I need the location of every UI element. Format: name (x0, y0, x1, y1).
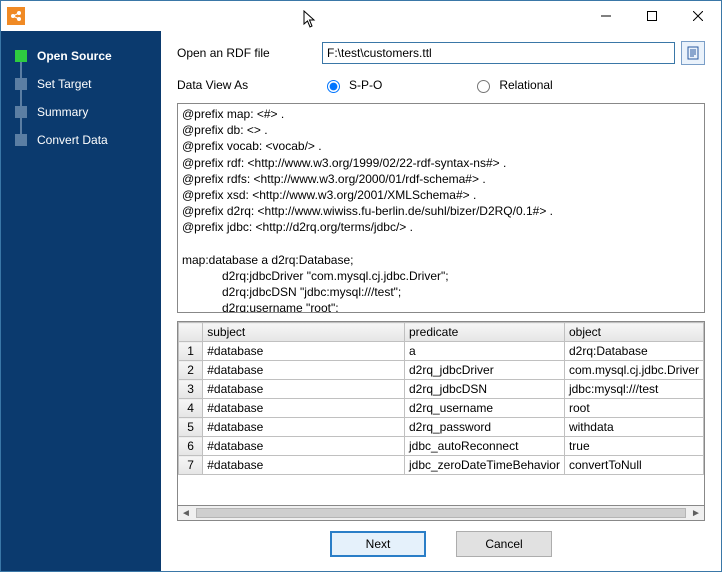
col-subject[interactable]: subject (203, 323, 405, 342)
table-row[interactable]: 4#databased2rq_usernameroot (179, 399, 704, 418)
step-summary[interactable]: Summary (7, 105, 153, 119)
object-cell: d2rq:Database (564, 342, 703, 361)
object-cell: withdata (564, 418, 703, 437)
triples-grid: subject predicate object 1#databasead2rq… (177, 321, 705, 521)
rownum-cell: 6 (179, 437, 203, 456)
radio-relational-input[interactable] (477, 80, 490, 93)
rdf-text-preview[interactable]: @prefix map: <#> . @prefix db: <> . @pre… (177, 103, 705, 313)
grid-scroll-area[interactable]: subject predicate object 1#databasead2rq… (177, 321, 705, 505)
subject-cell: #database (203, 418, 405, 437)
next-button[interactable]: Next (330, 531, 426, 557)
wizard-sidebar: Open Source Set Target Summary Convert D… (1, 31, 161, 571)
cancel-button[interactable]: Cancel (456, 531, 552, 557)
step-marker-icon (15, 134, 27, 146)
step-label: Summary (37, 105, 88, 119)
step-marker-icon (15, 50, 27, 62)
radio-spo-input[interactable] (327, 80, 340, 93)
table-row[interactable]: 7#databasejdbc_zeroDateTimeBehaviorconve… (179, 456, 704, 475)
object-cell: com.mysql.cj.jdbc.Driver (564, 361, 703, 380)
step-marker-icon (15, 106, 27, 118)
rownum-cell: 2 (179, 361, 203, 380)
minimize-button[interactable] (583, 1, 629, 31)
table-row[interactable]: 2#databased2rq_jdbcDrivercom.mysql.cj.jd… (179, 361, 704, 380)
data-view-label: Data View As (177, 78, 322, 92)
subject-cell: #database (203, 342, 405, 361)
app-icon (7, 7, 25, 25)
subject-cell: #database (203, 380, 405, 399)
predicate-cell: d2rq_password (404, 418, 564, 437)
document-icon (686, 46, 700, 60)
file-path-input[interactable] (322, 42, 675, 64)
predicate-cell: d2rq_jdbcDriver (404, 361, 564, 380)
rownum-cell: 7 (179, 456, 203, 475)
step-set-target[interactable]: Set Target (7, 77, 153, 91)
object-cell: jdbc:mysql:///test (564, 380, 703, 399)
predicate-cell: a (404, 342, 564, 361)
object-cell: root (564, 399, 703, 418)
scroll-thumb[interactable] (196, 508, 686, 518)
scroll-left-icon[interactable]: ◄ (178, 506, 194, 520)
predicate-cell: d2rq_jdbcDSN (404, 380, 564, 399)
rownum-cell: 3 (179, 380, 203, 399)
col-predicate[interactable]: predicate (404, 323, 564, 342)
step-open-source[interactable]: Open Source (7, 49, 153, 63)
subject-cell: #database (203, 456, 405, 475)
open-file-label: Open an RDF file (177, 46, 322, 60)
wizard-footer: Next Cancel (177, 521, 705, 561)
rownum-header (179, 323, 203, 342)
subject-cell: #database (203, 399, 405, 418)
table-row[interactable]: 6#databasejdbc_autoReconnecttrue (179, 437, 704, 456)
horizontal-scrollbar[interactable]: ◄ ► (177, 505, 705, 521)
object-cell: true (564, 437, 703, 456)
main-panel: Open an RDF file Data View As S-P-O Rela… (161, 31, 721, 571)
radio-spo[interactable]: S-P-O (322, 77, 382, 93)
rownum-cell: 1 (179, 342, 203, 361)
predicate-cell: d2rq_username (404, 399, 564, 418)
rownum-cell: 5 (179, 418, 203, 437)
step-label: Convert Data (37, 133, 108, 147)
table-header-row: subject predicate object (179, 323, 704, 342)
radio-spo-label: S-P-O (349, 78, 382, 92)
radio-relational-label: Relational (499, 78, 552, 92)
col-object[interactable]: object (564, 323, 703, 342)
table-row[interactable]: 1#databasead2rq:Database (179, 342, 704, 361)
step-marker-icon (15, 78, 27, 90)
subject-cell: #database (203, 437, 405, 456)
predicate-cell: jdbc_autoReconnect (404, 437, 564, 456)
radio-relational[interactable]: Relational (472, 77, 552, 93)
maximize-button[interactable] (629, 1, 675, 31)
predicate-cell: jdbc_zeroDateTimeBehavior (404, 456, 564, 475)
step-label: Open Source (37, 49, 112, 63)
step-convert-data[interactable]: Convert Data (7, 133, 153, 147)
object-cell: convertToNull (564, 456, 703, 475)
browse-button[interactable] (681, 41, 705, 65)
rownum-cell: 4 (179, 399, 203, 418)
table-row[interactable]: 3#databased2rq_jdbcDSNjdbc:mysql:///test (179, 380, 704, 399)
subject-cell: #database (203, 361, 405, 380)
step-label: Set Target (37, 77, 91, 91)
scroll-right-icon[interactable]: ► (688, 506, 704, 520)
title-bar (1, 1, 721, 31)
table-row[interactable]: 5#databased2rq_passwordwithdata (179, 418, 704, 437)
close-button[interactable] (675, 1, 721, 31)
